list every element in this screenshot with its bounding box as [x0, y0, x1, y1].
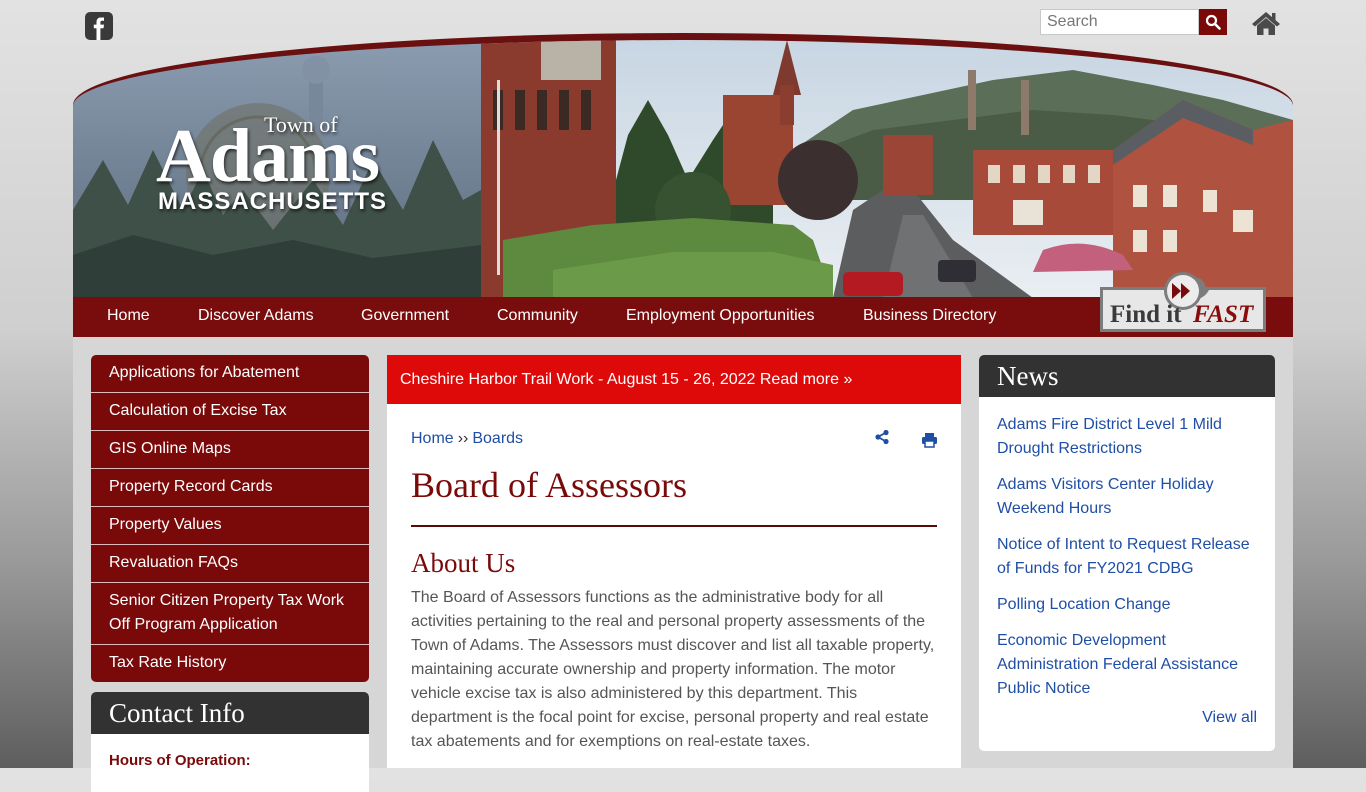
nav-home[interactable]: Home — [107, 297, 150, 337]
facebook-icon[interactable] — [85, 12, 113, 40]
home-icon[interactable] — [1251, 10, 1281, 36]
alert-banner[interactable]: Cheshire Harbor Trail Work - August 15 -… — [387, 355, 961, 404]
breadcrumb-boards[interactable]: Boards — [472, 430, 523, 447]
news-item: Adams Fire District Level 1 Mild Drought… — [997, 413, 1257, 461]
breadcrumb: Home ›› Boards — [411, 430, 523, 448]
nav-discover-adams[interactable]: Discover Adams — [198, 297, 314, 337]
sidebar-item-tax-rate-history[interactable]: Tax Rate History — [91, 644, 369, 682]
search-icon — [1205, 14, 1221, 30]
news-link[interactable]: Economic Development Administration Fede… — [997, 632, 1238, 697]
nav-community[interactable]: Community — [497, 297, 578, 337]
news-panel: News Adams Fire District Level 1 Mild Dr… — [979, 355, 1275, 751]
about-us-text: The Board of Assessors functions as the … — [411, 589, 935, 750]
sidebar-item-senior-citizen-tax-work-off[interactable]: Senior Citizen Property Tax Work Off Pro… — [91, 582, 369, 644]
fast-label: FAST — [1192, 301, 1255, 328]
hours-of-operation-label: Hours of Operation: — [109, 752, 251, 769]
logo-name: Adams — [156, 114, 380, 198]
news-link[interactable]: Adams Visitors Center Holiday Weekend Ho… — [997, 476, 1214, 517]
contact-info-title: Contact Info — [91, 692, 369, 734]
share-icon[interactable] — [874, 429, 890, 445]
logo-state: MASSACHUSETTS — [158, 188, 388, 215]
title-divider — [411, 525, 937, 527]
search-input[interactable] — [1040, 9, 1199, 35]
news-item: Adams Visitors Center Holiday Weekend Ho… — [997, 473, 1257, 521]
sidebar-item-property-values[interactable]: Property Values — [91, 506, 369, 544]
sidebar-item-applications-for-abatement[interactable]: Applications for Abatement — [91, 355, 369, 392]
view-all-news-link[interactable]: View all — [1202, 709, 1257, 727]
breadcrumb-home[interactable]: Home — [411, 430, 454, 447]
search-button[interactable] — [1199, 9, 1227, 35]
sidebar-item-revaluation-faqs[interactable]: Revaluation FAQs — [91, 544, 369, 582]
news-title: News — [979, 355, 1275, 397]
find-it-fast-button[interactable]: Find it FAST — [1097, 272, 1269, 334]
news-link[interactable]: Polling Location Change — [997, 596, 1170, 613]
news-item: Economic Development Administration Fede… — [997, 629, 1257, 701]
page-title: Board of Assessors — [411, 465, 687, 505]
sidebar-menu: Applications for Abatement Calculation o… — [91, 355, 369, 682]
print-icon[interactable] — [921, 432, 938, 448]
breadcrumb-separator: ›› — [457, 430, 469, 447]
nav-government[interactable]: Government — [361, 297, 449, 337]
news-link[interactable]: Notice of Intent to Request Release of F… — [997, 536, 1250, 577]
find-label: Find it — [1110, 301, 1182, 328]
sidebar-item-gis-online-maps[interactable]: GIS Online Maps — [91, 430, 369, 468]
sidebar-item-calculation-of-excise-tax[interactable]: Calculation of Excise Tax — [91, 392, 369, 430]
news-list: Adams Fire District Level 1 Mild Drought… — [979, 397, 1275, 701]
contact-info-panel: Contact Info Hours of Operation: — [91, 692, 369, 792]
nav-employment-opportunities[interactable]: Employment Opportunities — [626, 297, 815, 337]
news-item: Notice of Intent to Request Release of F… — [997, 533, 1257, 581]
news-link[interactable]: Adams Fire District Level 1 Mild Drought… — [997, 416, 1222, 457]
news-item: Polling Location Change — [997, 593, 1257, 617]
main-content: Home ›› Boards Board of Assessors About Us… — [387, 404, 961, 768]
sidebar-item-property-record-cards[interactable]: Property Record Cards — [91, 468, 369, 506]
about-us-heading: About Us — [411, 548, 516, 578]
site-logo[interactable]: Town of Adams MASSACHUSETTS — [156, 112, 392, 222]
nav-business-directory[interactable]: Business Directory — [863, 297, 996, 337]
